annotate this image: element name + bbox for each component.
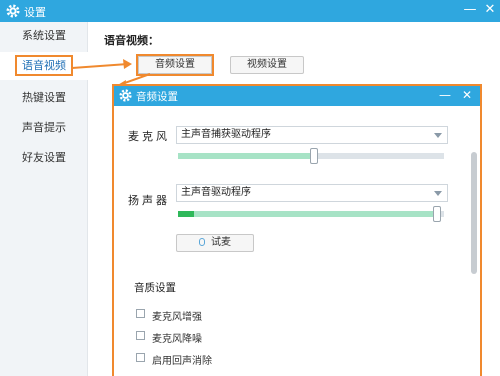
sidebar-item-friends[interactable]: 好友设置: [0, 144, 88, 172]
speaker-volume-thumb[interactable]: [433, 206, 441, 222]
checkbox-box[interactable]: [136, 353, 145, 362]
sidebar-item-sound-alerts[interactable]: 声音提示: [0, 114, 88, 142]
chevron-down-icon: [434, 191, 442, 196]
chevron-down-icon: [434, 133, 442, 138]
dialog-close-button[interactable]: ✕: [460, 88, 474, 102]
sidebar-item-voice-video[interactable]: 语音视频: [0, 52, 88, 80]
test-microphone-label: 试麦: [211, 237, 231, 248]
window-title: 设置: [24, 6, 46, 19]
video-settings-button[interactable]: 视频设置: [230, 56, 304, 74]
arrow-line: [121, 73, 151, 85]
microphone-device-value: 主声音捕获驱动程序: [181, 129, 271, 140]
microphone-icon: [199, 238, 205, 246]
speaker-label: 扬声器: [128, 194, 170, 207]
sidebar-item-label: 系统设置: [22, 29, 66, 42]
sidebar: 系统设置 语音视频 热键设置 声音提示 好友设置: [0, 22, 88, 376]
microphone-volume-fill: [178, 153, 314, 159]
close-button[interactable]: ✕: [482, 2, 498, 18]
scrollbar-thumb[interactable]: [471, 152, 477, 274]
sidebar-item-label: 声音提示: [22, 121, 66, 134]
sidebar-item-system[interactable]: 系统设置: [0, 22, 88, 50]
dialog-title: 音频设置: [136, 91, 178, 103]
dialog-minimize-button[interactable]: —: [438, 88, 452, 102]
gear-icon: [6, 4, 20, 18]
dialog-scrollbar[interactable]: [470, 108, 478, 376]
checkbox-box[interactable]: [136, 309, 145, 318]
dialog-titlebar: 音频设置 — ✕: [114, 86, 480, 106]
checkbox-box[interactable]: [136, 331, 145, 340]
test-microphone-button[interactable]: 试麦: [176, 234, 254, 252]
microphone-label: 麦克风: [128, 130, 170, 143]
sidebar-item-hotkeys[interactable]: 热键设置: [0, 84, 88, 112]
speaker-device-value: 主声音驱动程序: [181, 187, 251, 198]
checkbox-label: 启用回声消除: [152, 356, 212, 367]
minimize-button[interactable]: —: [462, 2, 478, 18]
audio-quality-title: 音质设置: [134, 282, 176, 294]
audio-settings-button[interactable]: 音频设置: [138, 56, 212, 74]
microphone-volume-thumb[interactable]: [310, 148, 318, 164]
microphone-device-select[interactable]: 主声音捕获驱动程序: [176, 126, 448, 144]
checkbox-label: 麦克风增强: [152, 312, 202, 323]
microphone-volume-slider[interactable]: [178, 148, 444, 164]
speaker-volume-slider[interactable]: [178, 206, 444, 222]
section-title: 语音视频：: [104, 34, 159, 47]
speaker-device-select[interactable]: 主声音驱动程序: [176, 184, 448, 202]
audio-settings-dialog: 音频设置 — ✕ 麦克风 主声音捕获驱动程序 扬声器 主声音驱动程序 试麦 音质…: [112, 84, 482, 376]
arrow-head: [123, 59, 132, 69]
sidebar-item-label: 热键设置: [22, 91, 66, 104]
sidebar-item-label: 语音视频: [15, 55, 73, 76]
gear-icon: [119, 89, 132, 102]
speaker-volume-fill: [178, 211, 437, 217]
sidebar-item-label: 好友设置: [22, 151, 66, 164]
speaker-level-meter: [178, 211, 194, 217]
window-titlebar: 设置 — ✕: [0, 0, 500, 22]
checkbox-label: 麦克风降噪: [152, 334, 202, 345]
